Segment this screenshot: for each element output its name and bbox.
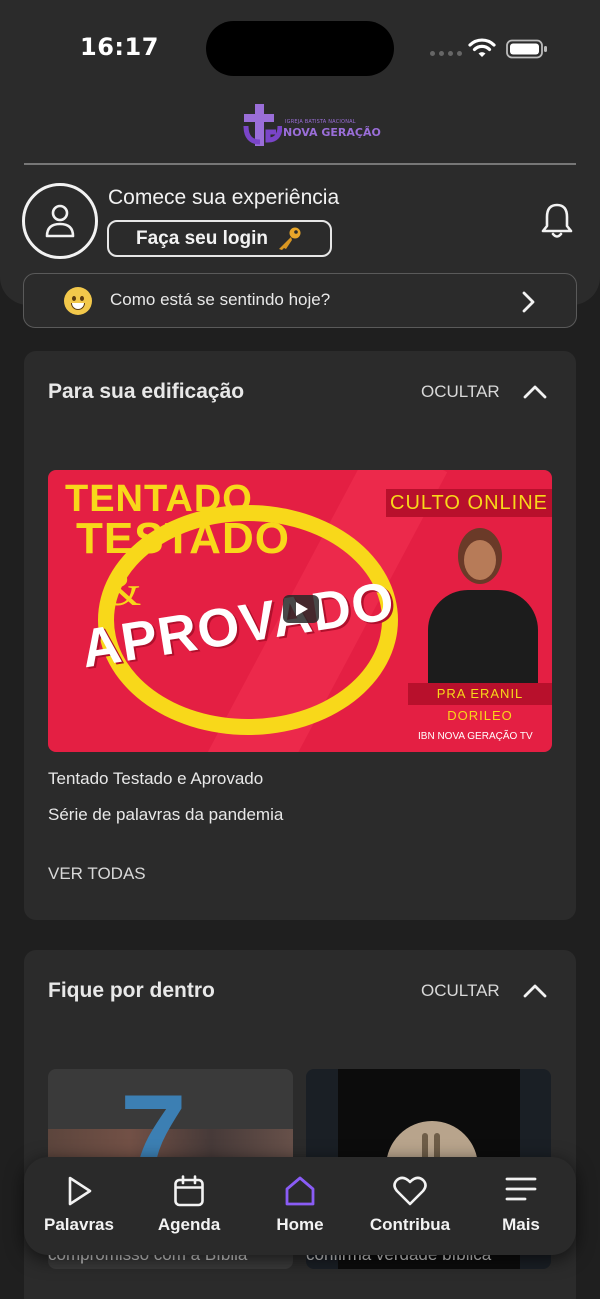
menu-icon [505, 1177, 537, 1201]
logo-title: NOVA GERAÇÃO [283, 126, 381, 139]
chevron-up-icon[interactable] [523, 983, 547, 999]
play-icon [68, 1176, 92, 1206]
see-all-button[interactable]: VER TODAS [48, 864, 146, 884]
tab-label: Palavras [44, 1215, 114, 1234]
bottom-tab-bar: Palavras Agenda Home Contribua Mais [24, 1157, 576, 1255]
mood-prompt-text: Como está se sentindo hoje? [110, 290, 331, 309]
cellular-signal-icon [430, 51, 462, 56]
tab-agenda[interactable]: Agenda [134, 1157, 244, 1255]
thumbnail-title-line2: TESTADO [76, 514, 290, 563]
home-icon [285, 1176, 315, 1206]
mood-prompt-bar[interactable]: Como está se sentindo hoje? [23, 273, 577, 328]
hide-section-button[interactable]: OCULTAR [421, 382, 500, 402]
speaker-photo [428, 528, 548, 690]
logo-subtitle: IGREJA BATISTA NACIONAL [285, 119, 356, 125]
bell-icon[interactable] [540, 202, 574, 240]
section-title: Para sua edificação [48, 380, 245, 403]
calendar-icon [174, 1175, 204, 1207]
tab-mais[interactable]: Mais [466, 1157, 576, 1255]
battery-icon [506, 39, 547, 59]
dynamic-island [206, 21, 394, 76]
welcome-title: Comece sua experiência [108, 186, 340, 209]
tab-home[interactable]: Home [245, 1157, 355, 1255]
sermon-video-thumbnail[interactable]: TENTADO TESTADO & APROVADO CULTO ONLINE … [48, 470, 552, 752]
tab-label: Mais [502, 1215, 540, 1234]
hide-section-button[interactable]: OCULTAR [421, 981, 500, 1001]
chevron-up-icon[interactable] [523, 384, 547, 400]
church-logo: IGREJA BATISTA NACIONAL NOVA GERAÇÃO [240, 100, 381, 150]
culto-online-label: CULTO ONLINE [386, 489, 552, 517]
smile-emoji-icon [64, 287, 92, 315]
tab-contribua[interactable]: Contribua [355, 1157, 465, 1255]
wifi-icon [468, 38, 496, 57]
heart-icon [393, 1176, 427, 1206]
speaker-name: PRA ERANIL DORILEO [408, 683, 552, 723]
user-icon [45, 204, 75, 238]
post-subtitle: Série de palavras da pandemia [48, 805, 284, 824]
tab-label: Agenda [157, 1215, 221, 1234]
avatar[interactable] [22, 183, 98, 259]
tab-label: Home [276, 1215, 324, 1234]
status-time: 16:17 [80, 33, 159, 61]
tab-palavras[interactable]: Palavras [24, 1157, 134, 1255]
status-bar: 16:17 [0, 0, 600, 96]
channel-label: IBN NOVA GERAÇÃO TV [418, 731, 533, 742]
header-divider [24, 163, 576, 165]
chevron-right-icon [522, 291, 535, 313]
post-title[interactable]: Tentado Testado e Aprovado [48, 769, 263, 789]
play-video-icon[interactable] [283, 595, 319, 623]
login-label: Faça seu login [136, 227, 268, 249]
edification-section: Para sua edificação OCULTAR TENTADO TEST… [24, 351, 576, 920]
login-button[interactable]: Faça seu login [107, 220, 332, 257]
section-title: Fique por dentro [48, 979, 215, 1002]
tab-label: Contribua [369, 1215, 451, 1234]
key-icon [278, 227, 301, 250]
